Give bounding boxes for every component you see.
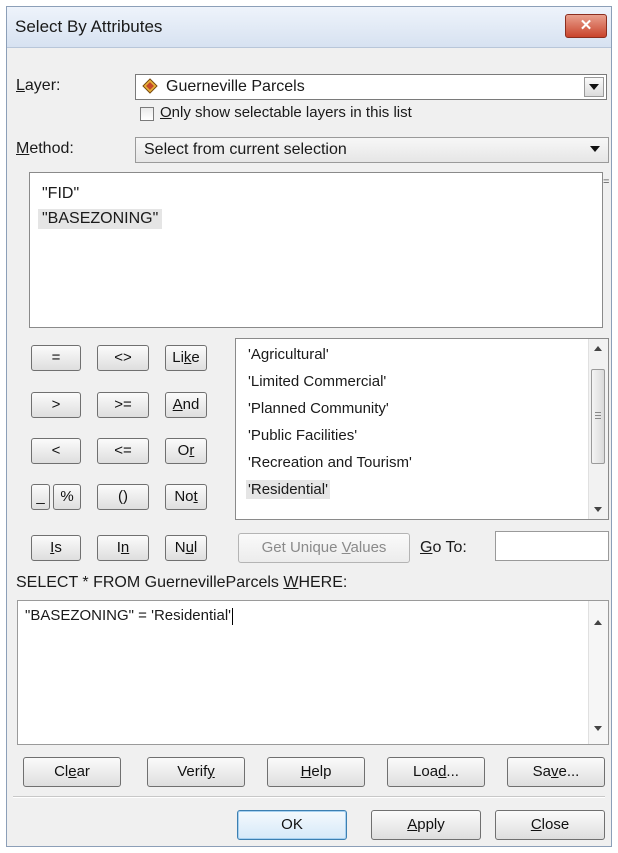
polygon-layer-icon [142, 78, 158, 94]
layer-label: Layer: [16, 77, 61, 94]
value-item[interactable]: 'Limited Commercial' [246, 372, 388, 391]
clear-button[interactable]: Clear [23, 757, 121, 787]
field-item-selected[interactable]: "BASEZONING" [38, 209, 163, 229]
apply-button[interactable]: Apply [371, 810, 481, 840]
not-button[interactable]: Not [165, 484, 207, 510]
underscore-button[interactable]: _ [31, 484, 50, 510]
chevron-down-icon[interactable] [586, 140, 606, 160]
only-selectable-checkbox[interactable] [140, 107, 154, 121]
value-item[interactable]: 'Recreation and Tourism' [246, 453, 414, 472]
unique-values-list[interactable]: 'Agricultural' 'Limited Commercial' 'Pla… [235, 338, 609, 520]
greater-than-button[interactable]: > [31, 392, 81, 418]
values-scrollbar[interactable] [588, 339, 608, 519]
equals-button[interactable]: = [31, 345, 81, 371]
only-selectable-label: Only show selectable layers in this list [160, 104, 412, 121]
layer-dropdown[interactable]: Guerneville Parcels [135, 74, 607, 100]
save-button[interactable]: Save... [507, 757, 605, 787]
greater-equal-button[interactable]: >= [97, 392, 149, 418]
value-item-selected[interactable]: 'Residential' [246, 480, 330, 499]
divider [13, 796, 605, 798]
close-window-button[interactable]: ✕ [565, 14, 607, 38]
select-by-attributes-dialog: Select By Attributes ✕ Layer: Guernevill… [6, 6, 612, 847]
is-button[interactable]: Is [31, 535, 81, 561]
value-item[interactable]: 'Planned Community' [246, 399, 391, 418]
scroll-down-icon[interactable] [589, 720, 608, 738]
value-item[interactable]: 'Public Facilities' [246, 426, 359, 445]
sql-expression-box[interactable]: "BASEZONING" = 'Residential' [17, 600, 609, 745]
scroll-down-icon[interactable] [589, 501, 608, 519]
and-button[interactable]: And [165, 392, 207, 418]
percent-button[interactable]: % [53, 484, 81, 510]
scroll-up-icon[interactable] [589, 613, 608, 631]
verify-button[interactable]: Verify [147, 757, 245, 787]
close-button[interactable]: Close [495, 810, 605, 840]
go-to-label: Go To: [420, 539, 467, 556]
value-item[interactable]: 'Agricultural' [246, 345, 331, 364]
less-than-button[interactable]: < [31, 438, 81, 464]
sql-where-label: SELECT * FROM GuernevilleParcels WHERE: [16, 574, 348, 591]
title-bar: Select By Attributes ✕ [7, 7, 611, 48]
scroll-thumb[interactable] [591, 369, 605, 464]
get-unique-values-button[interactable]: Get Unique Values [238, 533, 410, 563]
sort-icon[interactable]: = [603, 176, 613, 188]
help-button[interactable]: Help [267, 757, 365, 787]
less-equal-button[interactable]: <= [97, 438, 149, 464]
load-button[interactable]: Load... [387, 757, 485, 787]
chevron-down-icon[interactable] [584, 77, 604, 97]
parentheses-button[interactable]: () [97, 484, 149, 510]
null-button[interactable]: Nul [165, 535, 207, 561]
in-button[interactable]: In [97, 535, 149, 561]
window-title: Select By Attributes [15, 17, 163, 36]
not-equal-button[interactable]: <> [97, 345, 149, 371]
layer-value: Guerneville Parcels [166, 78, 305, 95]
fields-list[interactable]: "FID" "BASEZONING" [29, 172, 603, 328]
go-to-input[interactable] [495, 531, 609, 561]
sql-expression-text[interactable]: "BASEZONING" = 'Residential' [25, 607, 234, 625]
method-label: Method: [16, 140, 74, 157]
or-button[interactable]: Or [165, 438, 207, 464]
close-icon: ✕ [579, 17, 593, 34]
like-button[interactable]: Like [165, 345, 207, 371]
scroll-up-icon[interactable] [589, 339, 608, 357]
ok-button[interactable]: OK [237, 810, 347, 840]
field-item[interactable]: "FID" [38, 184, 83, 204]
sql-scrollbar[interactable] [588, 601, 608, 744]
method-value: Select from current selection [144, 141, 347, 158]
method-dropdown[interactable]: Select from current selection [135, 137, 609, 163]
